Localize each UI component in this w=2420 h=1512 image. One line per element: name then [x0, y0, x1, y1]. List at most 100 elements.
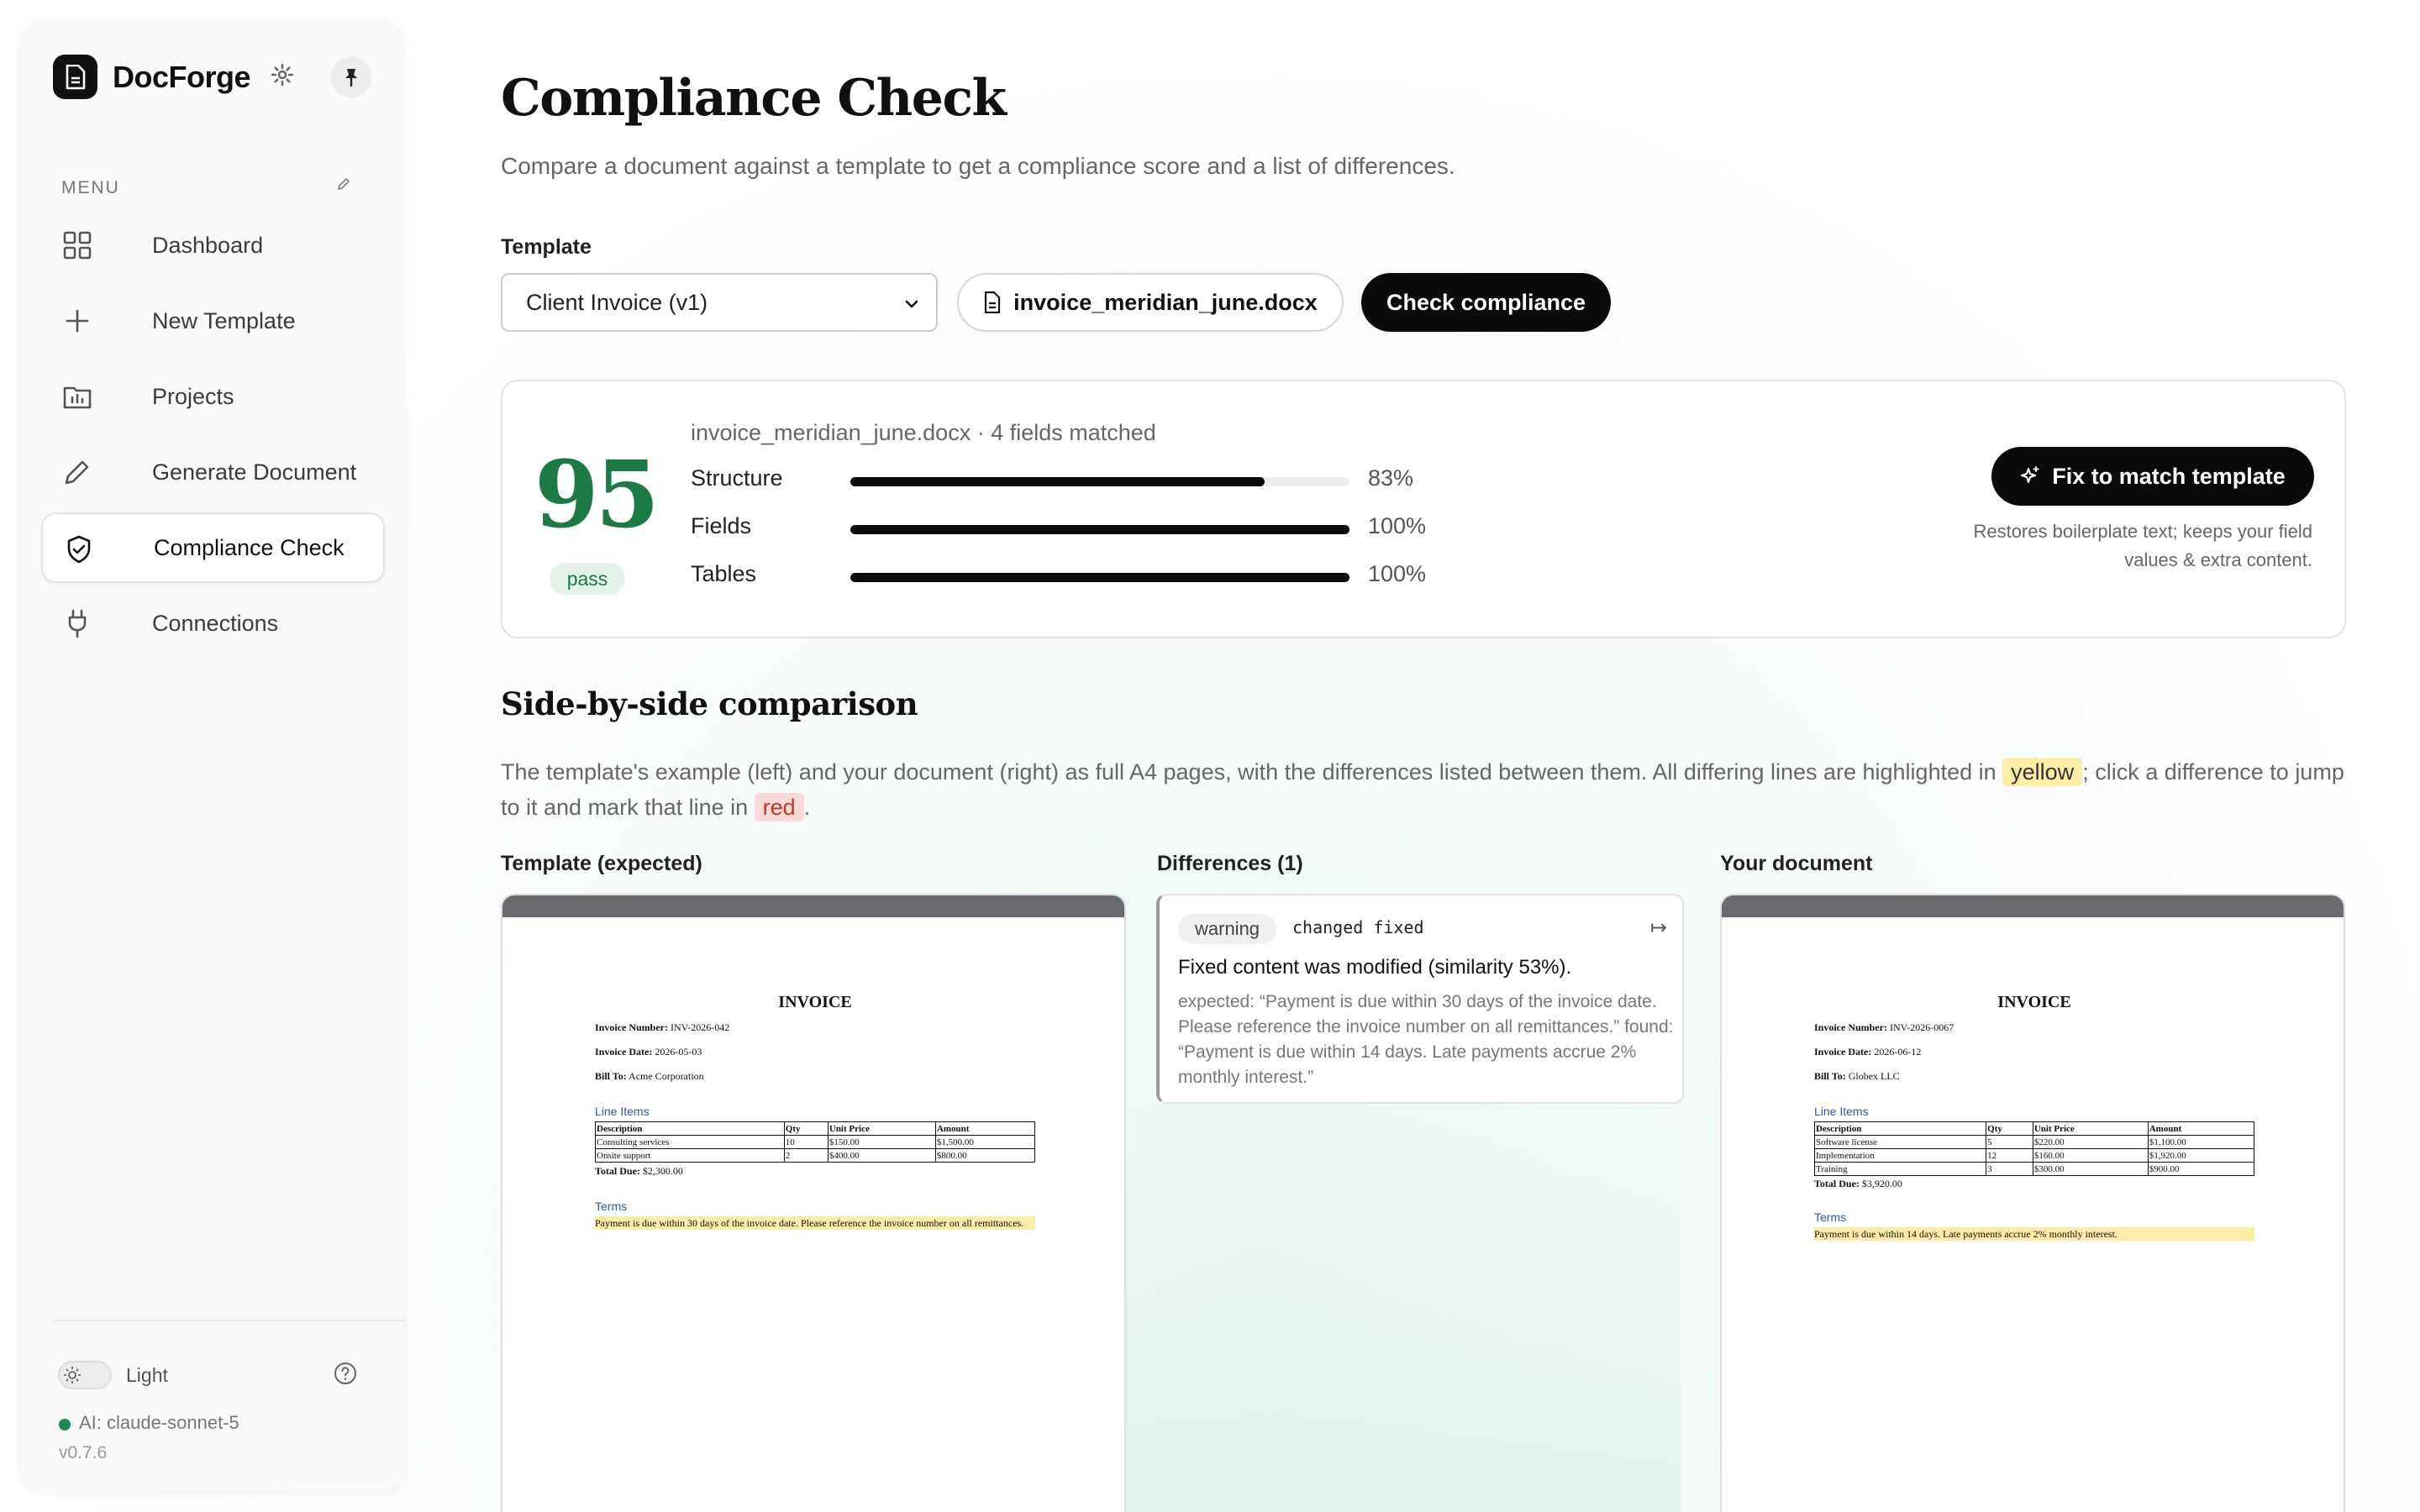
template-label: Template: [501, 235, 592, 259]
table-cell: $150.00: [827, 1135, 936, 1149]
fix-to-match-button[interactable]: Fix to match template: [1991, 447, 2314, 506]
doc-bill-to: Bill To: Acme Corporation: [595, 1070, 704, 1083]
page-subtitle: Compare a document against a template to…: [501, 153, 1455, 179]
doc-invoice-date: Invoice Date: 2026-06-12: [1814, 1046, 1921, 1058]
check-compliance-button[interactable]: Check compliance: [1361, 273, 1611, 332]
field-value: INV-2026-0067: [1890, 1021, 1954, 1033]
doc-invoice-number: Invoice Number: INV-2026-0067: [1814, 1021, 1954, 1034]
field-label: Bill To:: [1814, 1070, 1846, 1082]
field-label: Invoice Date:: [1814, 1046, 1872, 1058]
field-label: Invoice Number:: [1814, 1021, 1887, 1033]
document-file-button[interactable]: invoice_meridian_june.docx: [957, 273, 1344, 332]
field-label: Invoice Date:: [595, 1046, 653, 1058]
theme-toggle[interactable]: [58, 1361, 112, 1389]
difference-item[interactable]: warning changed fixed ↦ Fixed content wa…: [1156, 894, 1684, 1104]
table-cell: $160.00: [2032, 1148, 2149, 1163]
field-value: Globex LLC: [1848, 1070, 1900, 1082]
table-cell: 10: [783, 1135, 829, 1149]
field-label: Total Due:: [595, 1165, 640, 1177]
dashboard-grid-icon: [62, 230, 92, 260]
metric-bar-track: [850, 573, 1349, 582]
sidebar-item-label: Connections: [152, 610, 279, 636]
field-value: 2026-05-03: [655, 1046, 702, 1058]
table-cell: $400.00: [827, 1148, 936, 1163]
template-select[interactable]: Client Invoice (v1): [501, 273, 938, 332]
menu-label: MENU: [61, 178, 120, 197]
field-value: $2,300.00: [642, 1165, 683, 1177]
settings-gear-icon[interactable]: [270, 62, 295, 92]
document-file-name: invoice_meridian_june.docx: [1013, 289, 1318, 315]
severity-badge: warning: [1178, 914, 1277, 944]
table-row: Software license 5 $220.00 $1,100.00: [1813, 1135, 2255, 1149]
metric-bar-fill: [850, 573, 1349, 582]
doc-terms-text[interactable]: Payment is due within 30 days of the inv…: [595, 1216, 1035, 1230]
sidebar-divider: [54, 1320, 405, 1321]
table-cell: $800.00: [934, 1148, 1036, 1163]
table-header: Unit Price: [827, 1121, 936, 1136]
table-cell: Implementation: [1813, 1148, 1987, 1163]
pin-icon[interactable]: [331, 57, 371, 97]
difference-message: Fixed content was modified (similarity 5…: [1178, 956, 1572, 979]
table-row: Onsite support 2 $400.00 $800.00: [595, 1148, 1036, 1163]
doc-line-items-table: Description Qty Unit Price Amount Softwa…: [1813, 1121, 2255, 1176]
chevron-down-icon: [902, 293, 921, 319]
sidebar-item-label: Compliance Check: [154, 534, 345, 560]
table-header: Description: [595, 1121, 785, 1136]
table-cell: 2: [783, 1148, 829, 1163]
comparison-title: Side-by-side comparison: [501, 685, 918, 722]
metric-value: 100%: [1368, 561, 1427, 586]
doc-terms-text[interactable]: Payment is due within 14 days. Late paym…: [1814, 1227, 2254, 1241]
differences-column-label: Differences (1): [1157, 852, 1303, 875]
table-header: Qty: [1986, 1121, 2033, 1136]
metric-name: Fields: [691, 513, 752, 538]
score-card: 95 pass invoice_meridian_june.docx · 4 f…: [501, 380, 2346, 638]
shield-check-icon: [64, 534, 94, 564]
metric-bar-fill: [850, 477, 1265, 486]
document-column-label: Your document: [1720, 852, 1873, 875]
table-cell: Consulting services: [595, 1135, 785, 1149]
sidebar-item-label: New Template: [152, 307, 296, 333]
sidebar-item-dashboard[interactable]: Dashboard: [41, 210, 385, 281]
table-cell: Training: [1813, 1162, 1987, 1176]
comparison-desc-part: The template's example (left) and your d…: [501, 759, 2003, 785]
table-cell: $1,100.00: [2147, 1135, 2255, 1149]
field-value: $3,920.00: [1861, 1178, 1902, 1189]
field-label: Bill To:: [595, 1070, 627, 1082]
table-header-row: Description Qty Unit Price Amount: [1813, 1121, 2255, 1136]
docforge-logo-icon: [53, 55, 97, 99]
doc-terms-heading: Terms: [1814, 1210, 1847, 1224]
table-header: Amount: [934, 1121, 1036, 1136]
yellow-highlight-sample: yellow: [2002, 758, 2083, 786]
table-row: Consulting services 10 $150.00 $1,500.00: [595, 1135, 1036, 1149]
plus-icon: [62, 306, 92, 336]
edit-pencil-icon[interactable]: [336, 176, 351, 196]
help-circle-icon[interactable]: [333, 1361, 358, 1390]
sidebar-item-generate-document[interactable]: Generate Document: [41, 437, 385, 507]
table-cell: Onsite support: [595, 1148, 785, 1163]
brand[interactable]: DocForge: [53, 55, 251, 99]
doc-total-due: Total Due: $2,300.00: [595, 1165, 683, 1178]
doc-title: INVOICE: [1997, 993, 2071, 1011]
metric-bar-fill: [850, 525, 1349, 534]
sidebar-item-compliance-check[interactable]: Compliance Check: [41, 512, 385, 583]
table-cell: $300.00: [2032, 1162, 2149, 1176]
sun-icon: [63, 1366, 82, 1384]
sidebar-item-connections[interactable]: Connections: [41, 588, 385, 659]
difference-kind: changed fixed: [1292, 917, 1424, 937]
template-document-preview[interactable]: INVOICE Invoice Number: INV-2026-042 Inv…: [501, 894, 1126, 1512]
field-value: Acme Corporation: [629, 1070, 704, 1082]
jump-to-icon[interactable]: ↦: [1650, 916, 1667, 940]
table-cell: $900.00: [2147, 1162, 2255, 1176]
table-row: Training 3 $300.00 $900.00: [1813, 1162, 2255, 1176]
folder-chart-icon: [62, 381, 92, 412]
difference-detail: expected: “Payment is due within 30 days…: [1178, 992, 1674, 1087]
sidebar-item-new-template[interactable]: New Template: [41, 286, 385, 356]
user-document-preview[interactable]: INVOICE Invoice Number: INV-2026-0067 In…: [1720, 894, 2345, 1512]
table-cell: 3: [1986, 1162, 2033, 1176]
sidebar-item-projects[interactable]: Projects: [41, 361, 385, 432]
table-header: Amount: [2147, 1121, 2255, 1136]
fix-note: Restores boilerplate text; keeps your fi…: [1973, 521, 2312, 570]
ai-model-label: AI: claude-sonnet-5: [79, 1412, 239, 1433]
table-cell: Software license: [1813, 1135, 1987, 1149]
doc-line-items-heading: Line Items: [595, 1105, 650, 1118]
